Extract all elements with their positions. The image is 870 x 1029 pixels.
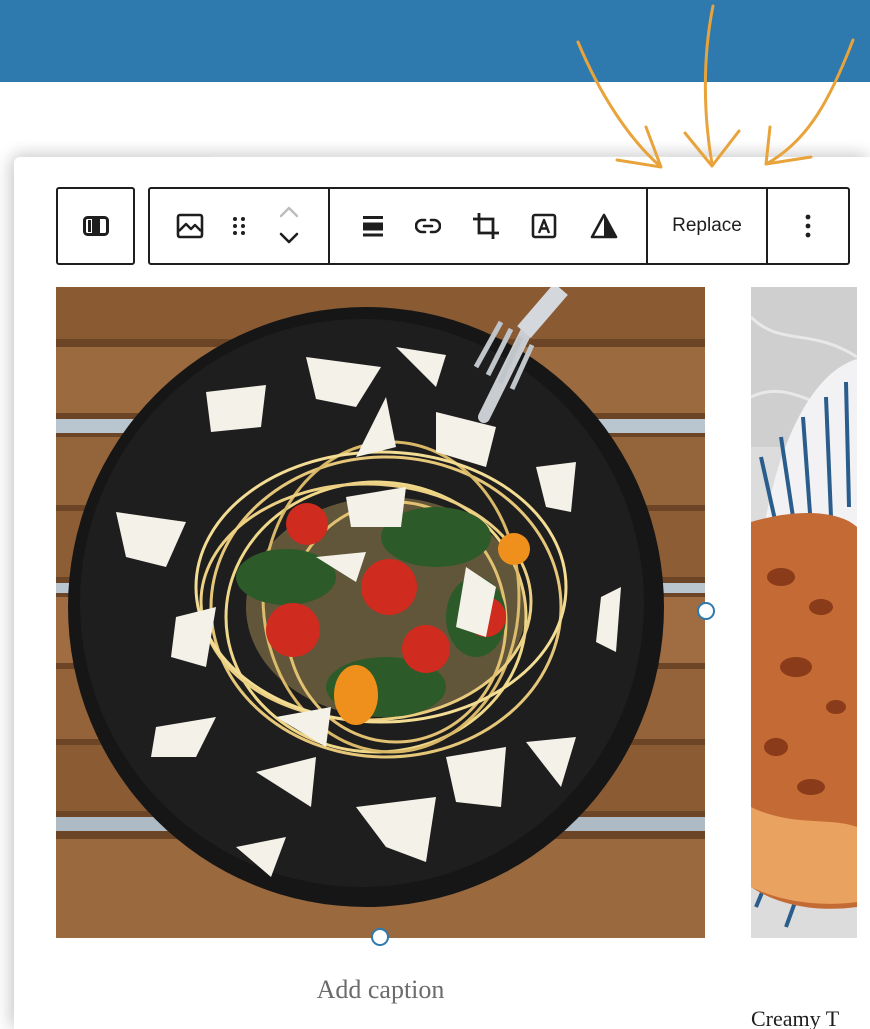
toolbar-divider (328, 189, 330, 263)
adjacent-caption[interactable]: Creamy T (751, 1006, 870, 1029)
chevron-up-down-icon[interactable] (266, 189, 312, 263)
more-vertical-icon[interactable] (768, 189, 848, 263)
caption-placeholder[interactable]: Add caption (56, 975, 705, 1005)
selected-image[interactable] (56, 287, 705, 938)
replace-label: Replace (672, 215, 742, 236)
text-overlay-icon[interactable] (522, 189, 566, 263)
resize-handle-right[interactable] (697, 602, 715, 620)
resize-handle-bottom[interactable] (371, 928, 389, 946)
adjacent-image[interactable] (751, 287, 857, 938)
image-icon[interactable] (164, 189, 216, 263)
header-bar (0, 0, 870, 82)
align-icon[interactable] (350, 189, 396, 263)
columns-icon[interactable] (58, 189, 133, 263)
replace-button[interactable]: Replace (648, 189, 766, 263)
block-toolbar: Replace (148, 187, 850, 265)
crop-icon[interactable] (464, 189, 508, 263)
divider (210, 156, 670, 157)
link-icon[interactable] (406, 189, 450, 263)
drag-handle-icon[interactable] (220, 189, 258, 263)
duotone-icon[interactable] (582, 189, 626, 263)
pasta-plate-image (56, 287, 705, 938)
parent-block-selector[interactable] (56, 187, 135, 265)
bread-plate-image (751, 287, 857, 938)
